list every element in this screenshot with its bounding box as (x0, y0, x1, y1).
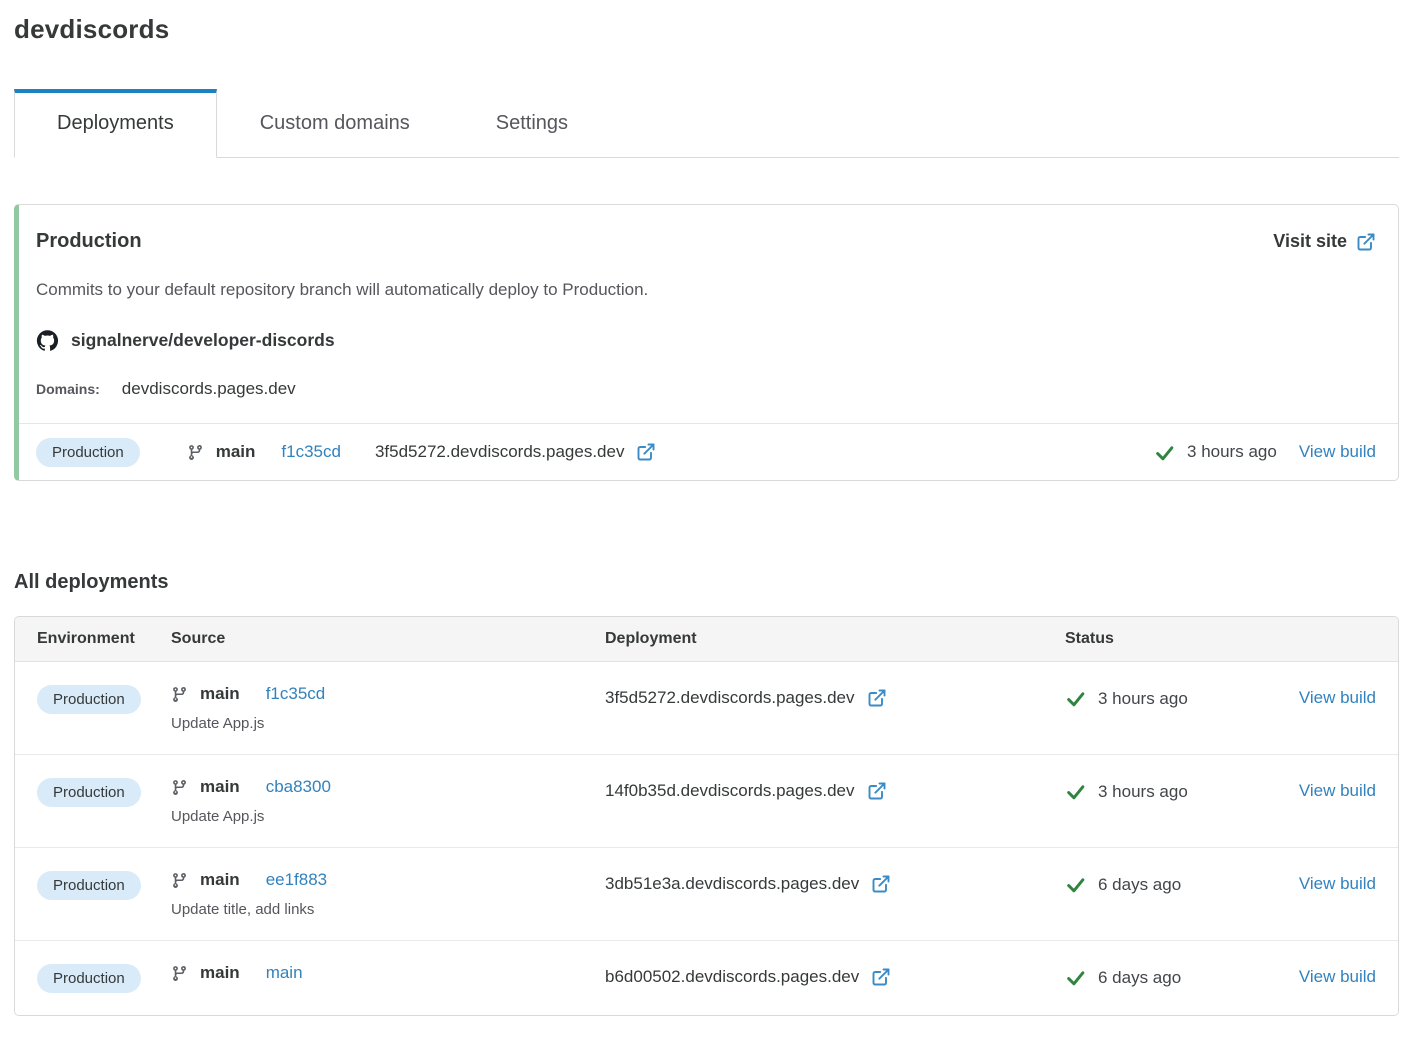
external-link-icon[interactable] (871, 967, 891, 987)
commit-link[interactable]: f1c35cd (281, 442, 341, 462)
branch-name: main (216, 442, 256, 462)
git-branch-icon (171, 872, 188, 889)
tab-settings[interactable]: Settings (453, 89, 611, 157)
domains-label: Domains: (36, 381, 100, 397)
production-card-description: Commits to your default repository branc… (36, 280, 1376, 300)
git-branch-icon (171, 779, 188, 796)
tab-bar: Deployments Custom domains Settings (14, 89, 1399, 158)
deployment-url: b6d00502.devdiscords.pages.dev (605, 967, 859, 987)
column-header-deployment: Deployment (605, 630, 1065, 648)
tab-custom-domains[interactable]: Custom domains (217, 89, 453, 157)
column-header-environment: Environment (37, 630, 171, 648)
check-icon (1154, 442, 1175, 463)
status-time: 6 days ago (1098, 875, 1181, 895)
deployment-url: 3db51e3a.devdiscords.pages.dev (605, 874, 859, 894)
environment-badge: Production (36, 438, 140, 467)
table-row: Production main main b6d00502.devdiscord… (15, 941, 1398, 1015)
domains-value: devdiscords.pages.dev (122, 379, 296, 399)
view-build-link[interactable]: View build (1299, 967, 1376, 986)
environment-badge: Production (37, 964, 141, 993)
check-icon (1065, 874, 1086, 895)
view-build-link[interactable]: View build (1299, 442, 1376, 462)
deployments-table: Environment Source Deployment Status Pro… (14, 616, 1399, 1016)
commit-message: Update App.js (171, 715, 605, 732)
external-link-icon (1356, 232, 1376, 252)
table-row: Production main f1c35cd Update App.js 3f… (15, 662, 1398, 755)
branch-name: main (200, 963, 240, 983)
external-link-icon[interactable] (867, 781, 887, 801)
visit-site-link[interactable]: Visit site (1273, 231, 1376, 252)
external-link-icon[interactable] (636, 442, 656, 462)
commit-link[interactable]: f1c35cd (266, 684, 326, 704)
repo-link[interactable]: signalnerve/developer-discords (36, 329, 1376, 352)
status-time: 3 hours ago (1187, 442, 1277, 462)
view-build-link[interactable]: View build (1299, 688, 1376, 707)
git-branch-icon (171, 965, 188, 982)
branch-name: main (200, 777, 240, 797)
status-time: 3 hours ago (1098, 689, 1188, 709)
commit-link[interactable]: main (266, 963, 303, 983)
branch-name: main (200, 870, 240, 890)
git-branch-icon (171, 686, 188, 703)
visit-site-label: Visit site (1273, 231, 1347, 252)
page-title: devdiscords (14, 14, 1399, 45)
table-row: Production main ee1f883 Update title, ad… (15, 848, 1398, 941)
git-branch-icon (187, 444, 204, 461)
latest-deployment-row: Production main f1c35cd 3f5d5272.devdisc… (19, 423, 1398, 480)
table-header: Environment Source Deployment Status (15, 617, 1398, 662)
deployment-url: 3f5d5272.devdiscords.pages.dev (605, 688, 855, 708)
pages-project-page: devdiscords Deployments Custom domains S… (0, 0, 1413, 1016)
external-link-icon[interactable] (867, 688, 887, 708)
external-link-icon[interactable] (871, 874, 891, 894)
check-icon (1065, 688, 1086, 709)
tab-deployments[interactable]: Deployments (14, 89, 217, 158)
environment-badge: Production (37, 685, 141, 714)
view-build-link[interactable]: View build (1299, 874, 1376, 893)
commit-link[interactable]: ee1f883 (266, 870, 327, 890)
commit-link[interactable]: cba8300 (266, 777, 331, 797)
column-header-source: Source (171, 630, 605, 648)
production-card: Production Visit site Commits to your de… (14, 204, 1399, 481)
deployment-url: 3f5d5272.devdiscords.pages.dev (375, 442, 625, 462)
column-header-status: Status (1065, 630, 1284, 648)
status-time: 6 days ago (1098, 968, 1181, 988)
table-row: Production main cba8300 Update App.js 14… (15, 755, 1398, 848)
all-deployments-title: All deployments (14, 571, 1399, 594)
view-build-link[interactable]: View build (1299, 781, 1376, 800)
check-icon (1065, 967, 1086, 988)
repo-name: signalnerve/developer-discords (71, 330, 335, 351)
status-time: 3 hours ago (1098, 782, 1188, 802)
deployment-url: 14f0b35d.devdiscords.pages.dev (605, 781, 855, 801)
branch-name: main (200, 684, 240, 704)
commit-message: Update App.js (171, 808, 605, 825)
environment-badge: Production (37, 778, 141, 807)
check-icon (1065, 781, 1086, 802)
production-card-title: Production (36, 230, 142, 253)
environment-badge: Production (37, 871, 141, 900)
commit-message: Update title, add links (171, 901, 605, 918)
github-logo-icon (36, 329, 59, 352)
